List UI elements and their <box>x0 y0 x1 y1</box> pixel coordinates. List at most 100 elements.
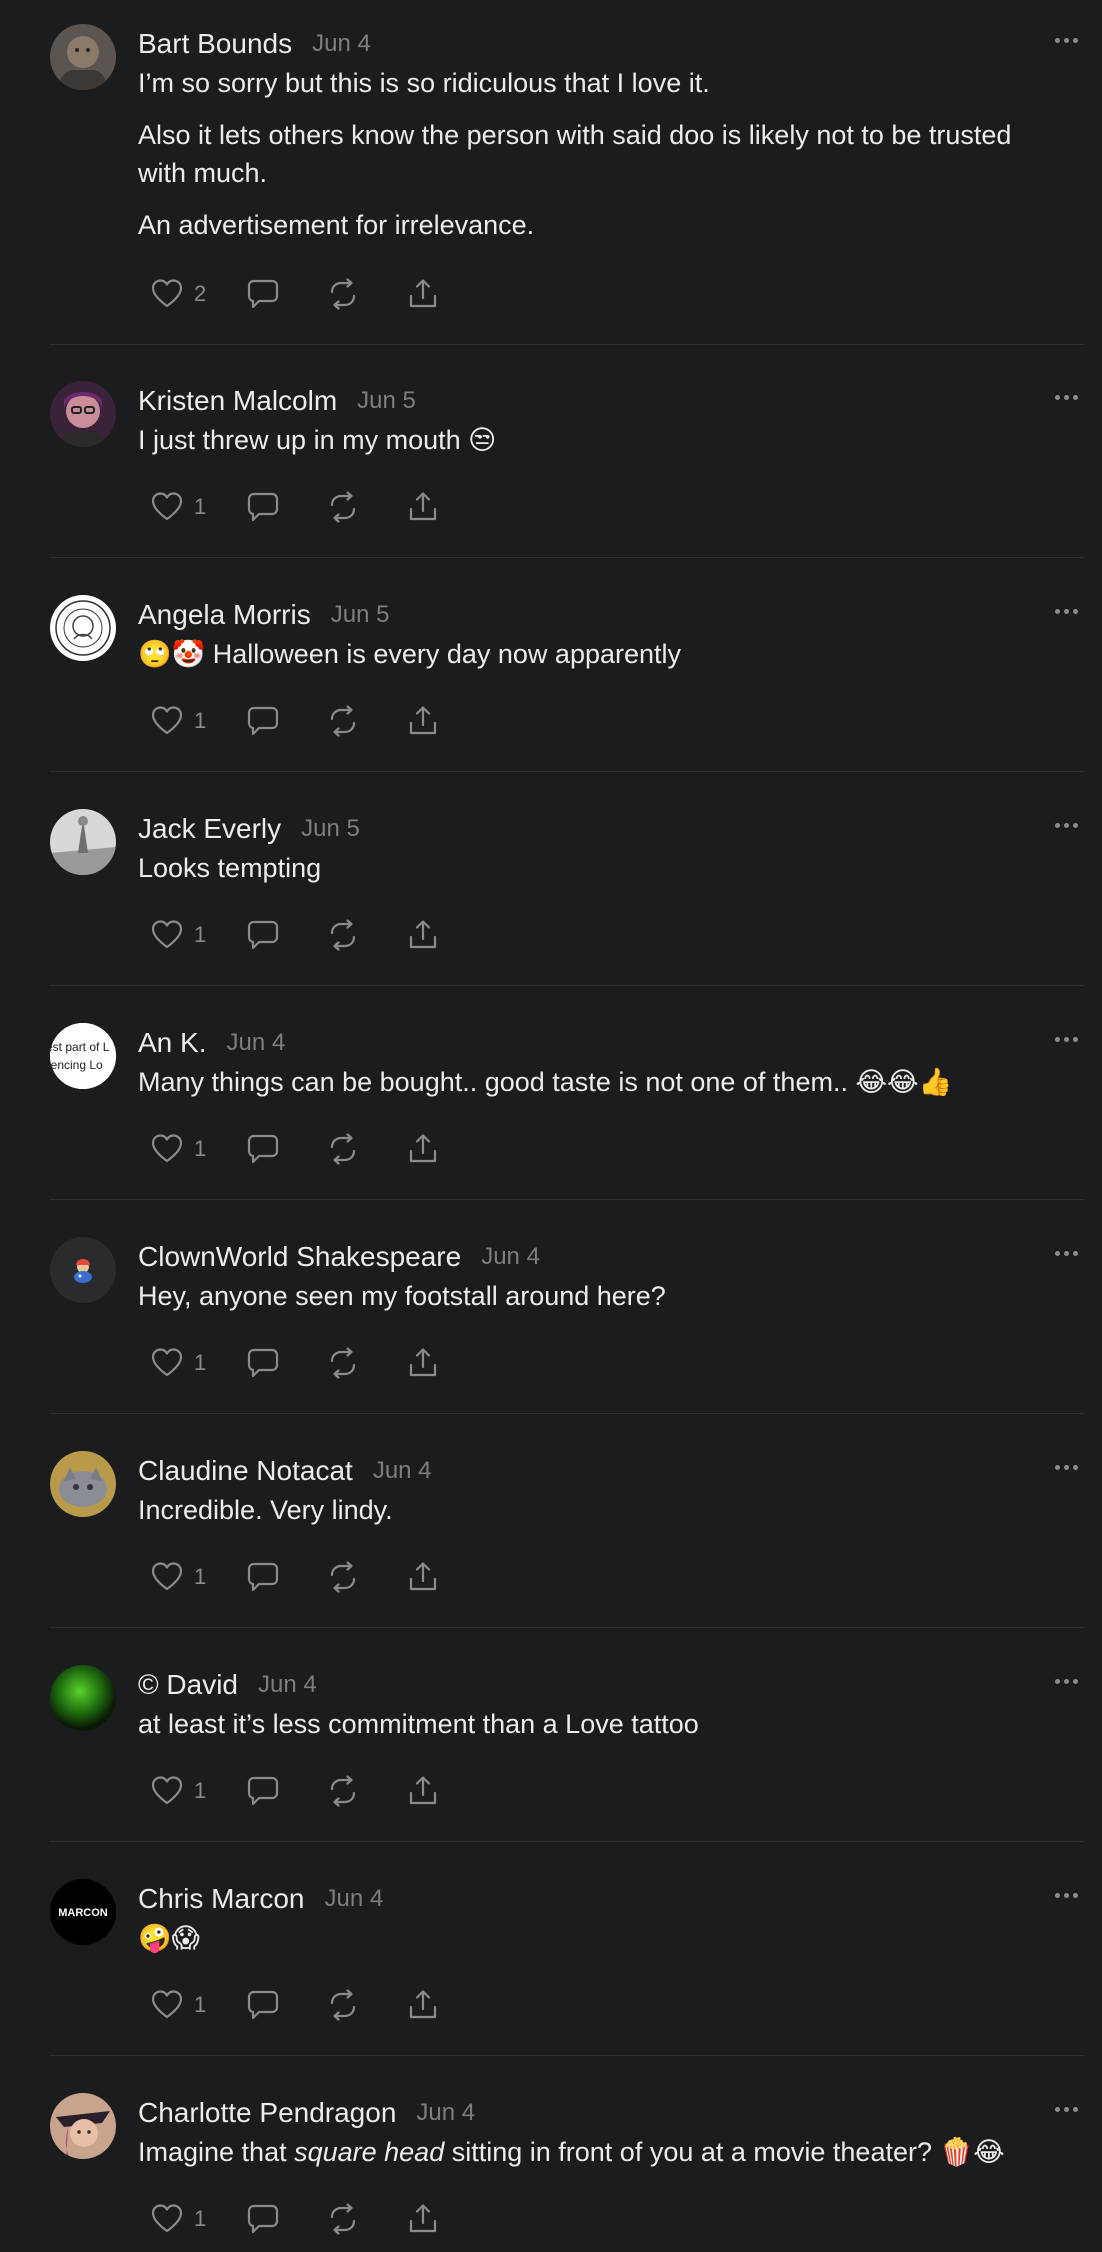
comment-actions: 1 <box>150 1769 440 1813</box>
author-name[interactable]: Jack Everly <box>138 813 281 845</box>
share-button[interactable] <box>406 918 440 952</box>
reply-button[interactable] <box>246 1346 280 1380</box>
like-button[interactable]: 1 <box>150 1346 208 1380</box>
share-button[interactable] <box>406 1774 440 1808</box>
share-button[interactable] <box>406 1346 440 1380</box>
more-icon[interactable] <box>1055 609 1078 614</box>
comment-date[interactable]: Jun 4 <box>416 2099 475 2127</box>
more-icon[interactable] <box>1055 2107 1078 2112</box>
reply-button[interactable] <box>246 490 280 524</box>
avatar[interactable] <box>50 1665 116 1731</box>
avatar[interactable] <box>50 1237 116 1303</box>
share-button[interactable] <box>406 2202 440 2236</box>
more-icon[interactable] <box>1055 1251 1078 1256</box>
repost-icon <box>326 277 360 311</box>
repost-button[interactable] <box>326 1988 360 2022</box>
share-button[interactable] <box>406 490 440 524</box>
reply-button[interactable] <box>246 2202 280 2236</box>
like-button[interactable]: 1 <box>150 704 208 738</box>
share-button[interactable] <box>406 1132 440 1166</box>
heart-icon <box>150 2202 184 2236</box>
more-icon[interactable] <box>1055 1679 1078 1684</box>
heart-icon <box>150 1132 184 1166</box>
author-name[interactable]: Bart Bounds <box>138 28 292 60</box>
repost-button[interactable] <box>326 1560 360 1594</box>
repost-button[interactable] <box>326 918 360 952</box>
more-icon[interactable] <box>1055 1465 1078 1470</box>
comment-date[interactable]: Jun 5 <box>301 815 360 843</box>
repost-icon <box>326 1774 360 1808</box>
share-button[interactable] <box>406 704 440 738</box>
reply-button[interactable] <box>246 1774 280 1808</box>
avatar[interactable] <box>50 24 116 90</box>
more-icon[interactable] <box>1055 1893 1078 1898</box>
avatar[interactable] <box>50 595 116 661</box>
share-button[interactable] <box>406 1988 440 2022</box>
author-name[interactable]: © David <box>138 1669 238 1701</box>
comment-date[interactable]: Jun 5 <box>331 601 390 629</box>
comment-icon <box>246 1988 280 2022</box>
more-icon[interactable] <box>1055 38 1078 43</box>
avatar-text: riencing Lo <box>50 1058 103 1072</box>
comment-date[interactable]: Jun 4 <box>324 1885 383 1913</box>
share-icon <box>406 1774 440 1808</box>
repost-button[interactable] <box>326 1132 360 1166</box>
comment-icon <box>246 918 280 952</box>
comment-date[interactable]: Jun 4 <box>373 1457 432 1485</box>
repost-button[interactable] <box>326 490 360 524</box>
comment-text: at least it’s less commitment than a Lov… <box>138 1705 1064 1743</box>
author-name[interactable]: ClownWorld Shakespeare <box>138 1241 461 1273</box>
share-button[interactable] <box>406 277 440 311</box>
comment-actions: 1 <box>150 1555 440 1599</box>
like-button[interactable]: 2 <box>150 277 208 311</box>
reply-button[interactable] <box>246 918 280 952</box>
repost-button[interactable] <box>326 1774 360 1808</box>
share-icon <box>406 1560 440 1594</box>
avatar[interactable] <box>50 1451 116 1517</box>
more-icon[interactable] <box>1055 823 1078 828</box>
comment-date[interactable]: Jun 5 <box>357 387 416 415</box>
reply-button[interactable] <box>246 277 280 311</box>
avatar[interactable] <box>50 381 116 447</box>
like-button[interactable]: 1 <box>150 1560 208 1594</box>
like-button[interactable]: 1 <box>150 490 208 524</box>
comment-date[interactable]: Jun 4 <box>258 1671 317 1699</box>
more-icon[interactable] <box>1055 1037 1078 1042</box>
author-name[interactable]: Chris Marcon <box>138 1883 304 1915</box>
reply-button[interactable] <box>246 1988 280 2022</box>
reply-button[interactable] <box>246 1132 280 1166</box>
like-button[interactable]: 1 <box>150 1774 208 1808</box>
comment-emoji: 😒 <box>468 425 497 456</box>
reply-button[interactable] <box>246 1560 280 1594</box>
heart-icon <box>150 704 184 738</box>
avatar[interactable]: est part of L riencing Lo <box>50 1023 116 1089</box>
author-name[interactable]: Angela Morris <box>138 599 311 631</box>
share-button[interactable] <box>406 1560 440 1594</box>
reply-button[interactable] <box>246 704 280 738</box>
comment-date[interactable]: Jun 4 <box>312 30 371 58</box>
like-button[interactable]: 1 <box>150 1132 208 1166</box>
like-button[interactable]: 1 <box>150 1988 208 2022</box>
heart-icon <box>150 1346 184 1380</box>
author-name[interactable]: Charlotte Pendragon <box>138 2097 396 2129</box>
like-count: 1 <box>194 1350 207 1375</box>
avatar[interactable]: MARCON <box>50 1879 116 1945</box>
more-icon[interactable] <box>1055 395 1078 400</box>
author-name[interactable]: Kristen Malcolm <box>138 385 337 417</box>
author-name[interactable]: Claudine Notacat <box>138 1455 353 1487</box>
like-button[interactable]: 1 <box>150 918 208 952</box>
comment-actions: 1 <box>150 485 440 529</box>
repost-button[interactable] <box>326 1346 360 1380</box>
comment-date[interactable]: Jun 4 <box>481 1243 540 1271</box>
comment-icon <box>246 490 280 524</box>
comment-date[interactable]: Jun 4 <box>226 1029 285 1057</box>
comment-item: © David Jun 4 at least it’s less commitm… <box>50 1665 1084 1842</box>
repost-button[interactable] <box>326 277 360 311</box>
avatar[interactable] <box>50 809 116 875</box>
repost-button[interactable] <box>326 704 360 738</box>
comment-text: 🤪😱 <box>138 1919 1064 1958</box>
author-name[interactable]: An K. <box>138 1027 206 1059</box>
like-button[interactable]: 1 <box>150 2202 208 2236</box>
repost-button[interactable] <box>326 2202 360 2236</box>
avatar[interactable] <box>50 2093 116 2159</box>
